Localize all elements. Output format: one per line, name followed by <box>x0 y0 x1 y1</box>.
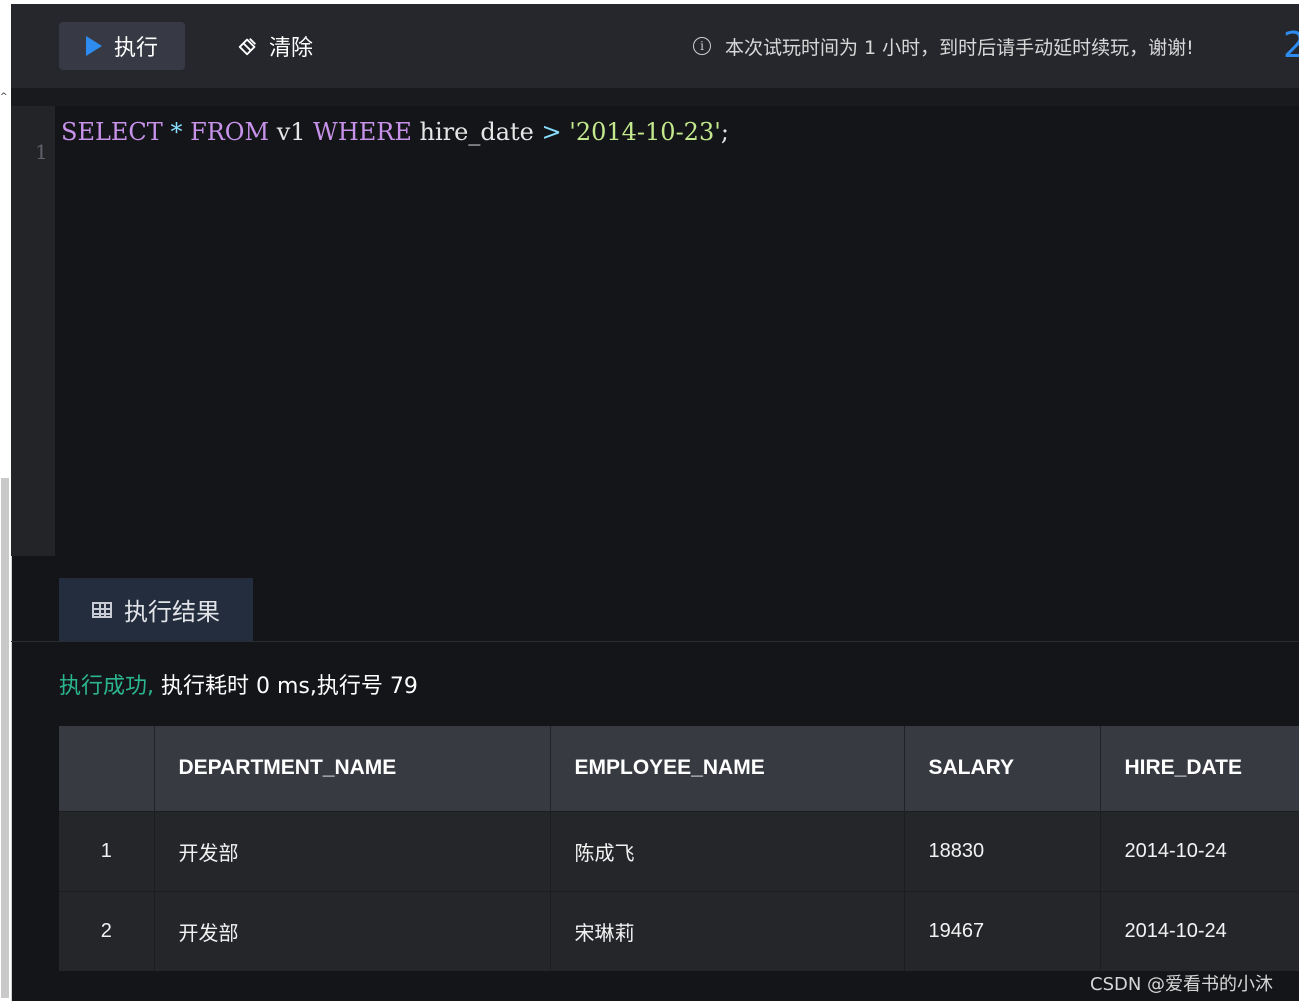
status-success: 执行成功, <box>59 674 154 699</box>
table-icon <box>92 601 112 618</box>
trial-notice: i 本次试玩时间为 1 小时，到时后请手动延时续玩，谢谢! <box>693 34 1194 59</box>
cell-hire-date: 2014-10-24 <box>1100 890 1299 971</box>
scrollbar-thumb[interactable] <box>1 478 9 998</box>
toolbar-cutoff-glyph: 2 <box>1283 25 1299 66</box>
header-department-name[interactable]: DEPARTMENT_NAME <box>154 726 551 811</box>
clear-button-label: 清除 <box>269 36 314 61</box>
token-operator: > <box>541 118 562 146</box>
table-header-row: DEPARTMENT_NAME EMPLOYEE_NAME SALARY HIR… <box>59 726 1299 811</box>
info-icon: i <box>693 37 711 55</box>
tab-results-label: 执行结果 <box>124 598 220 626</box>
results-tab-bar: 执行结果 <box>11 578 1299 642</box>
line-number: 1 <box>35 140 48 164</box>
cell-employee-name: 宋琳莉 <box>550 890 905 971</box>
csdn-watermark: CSDN @爱看书的小沐 <box>1090 974 1274 995</box>
tab-results[interactable]: 执行结果 <box>59 578 253 641</box>
cell-salary: 19467 <box>904 890 1101 971</box>
scroll-up-arrow-icon[interactable]: ^ <box>0 92 8 102</box>
header-salary[interactable]: SALARY <box>904 726 1101 811</box>
code-line[interactable]: SELECT * FROM v1 WHERE hire_date > '2014… <box>61 118 729 146</box>
run-button-label: 执行 <box>113 36 158 61</box>
run-button[interactable]: 执行 <box>59 22 185 70</box>
header-hire-date[interactable]: HIRE_DATE <box>1100 726 1299 811</box>
token-keyword: WHERE <box>313 118 412 146</box>
table-row[interactable]: 2 开发部 宋琳莉 19467 2014-10-24 <box>59 890 1299 971</box>
header-index <box>59 726 155 811</box>
result-table: DEPARTMENT_NAME EMPLOYEE_NAME SALARY HIR… <box>59 726 1299 971</box>
line-gutter: 1 <box>11 106 55 556</box>
cell-salary: 18830 <box>904 810 1101 891</box>
table-row[interactable]: 1 开发部 陈成飞 18830 2014-10-24 <box>59 810 1299 891</box>
token-operator: * <box>170 118 183 146</box>
status-detail: 执行耗时 0 ms,执行号 79 <box>154 674 418 699</box>
cell-department-name: 开发部 <box>154 890 551 971</box>
cell-employee-name: 陈成飞 <box>550 810 905 891</box>
row-index: 2 <box>59 890 155 971</box>
cell-department-name: 开发部 <box>154 810 551 891</box>
eraser-icon <box>238 38 256 56</box>
execution-status: 执行成功, 执行耗时 0 ms,执行号 79 <box>59 668 418 700</box>
token-keyword: FROM <box>190 118 270 146</box>
trial-notice-text: 本次试玩时间为 1 小时，到时后请手动延时续玩，谢谢! <box>725 36 1194 59</box>
clear-button[interactable]: 清除 <box>237 22 313 70</box>
header-employee-name[interactable]: EMPLOYEE_NAME <box>550 726 905 811</box>
cell-hire-date: 2014-10-24 <box>1100 810 1299 891</box>
token-keyword: SELECT <box>61 118 163 146</box>
row-index: 1 <box>59 810 155 891</box>
token-string: '2014-10-23' <box>569 118 721 146</box>
token-identifier: v1 <box>276 118 306 146</box>
token-identifier: hire_date <box>419 118 534 146</box>
token-semicolon: ; <box>720 118 729 146</box>
play-icon <box>85 36 102 56</box>
editor-top-shade <box>11 88 1299 106</box>
sql-editor[interactable]: 1 SELECT * FROM v1 WHERE hire_date > '20… <box>11 88 1299 556</box>
toolbar: 执行 清除 i 本次试玩时间为 1 小时，到时后请手动延时续玩，谢谢! 2 <box>11 4 1299 88</box>
